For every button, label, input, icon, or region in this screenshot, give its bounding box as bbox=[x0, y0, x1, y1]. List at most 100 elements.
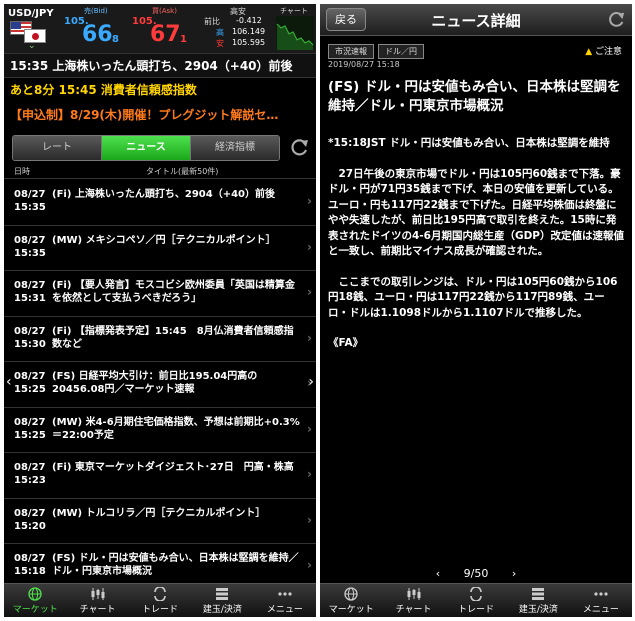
news-row[interactable]: 08/27 15:25 (MW) 米4-6月期住宅価格指数、予想は前期比+0.3%… bbox=[4, 408, 316, 453]
chevron-right-icon: › bbox=[307, 467, 312, 481]
promo-ticker[interactable]: 【申込制】8/29(木)開催！プレグジット解説セ… bbox=[4, 102, 316, 128]
nav-chart[interactable]: チャート bbox=[66, 584, 128, 617]
article-paragraph: ここまでの取引レンジは、ドル・円は105円60銭から106円18銭、ユーロ・円は… bbox=[328, 275, 618, 319]
change-label: 前比 bbox=[204, 17, 220, 26]
tab-rate[interactable]: レート bbox=[13, 136, 102, 160]
article-pager: ‹ 9/50 › bbox=[320, 567, 632, 580]
chevron-down-icon[interactable]: ⌄ bbox=[28, 41, 36, 51]
article-source: 《FA》 bbox=[328, 337, 364, 349]
event-ticker[interactable]: あと8分 15:45 消費者信頼感指数 bbox=[4, 78, 316, 102]
trade-arrows-icon bbox=[154, 587, 166, 601]
nav-market[interactable]: マーケット bbox=[4, 584, 66, 617]
prev-article-button[interactable]: ‹ bbox=[436, 567, 440, 580]
news-title: (Fi) 東京マーケットダイジェスト･27日 円高・株高 bbox=[52, 462, 294, 473]
bottom-nav: マーケット チャート トレード 建玉/決済 メニュー bbox=[4, 583, 316, 617]
article-position: 9/50 bbox=[463, 567, 489, 580]
more-dots-icon bbox=[278, 592, 292, 596]
price-ticker[interactable]: 15:35 上海株いったん頭打ち、2904（+40）前後 bbox=[4, 54, 316, 78]
trade-arrows-icon bbox=[470, 587, 482, 601]
tab-bar: レート ニュース 経済指標 bbox=[12, 135, 280, 161]
quote-header[interactable]: USD/JPY ⌄ 売(Bid) 買(Ask) 105. 66 8 105. 6… bbox=[4, 4, 316, 54]
chevron-right-icon: › bbox=[307, 239, 312, 254]
ask-rate-sub: 1 bbox=[180, 34, 187, 45]
globe-icon bbox=[344, 587, 358, 601]
news-title: (Fi) 【要人発言】モスコビシ欧州委員「英国は精算金を依然として支払うべきだろ… bbox=[52, 280, 295, 304]
news-title: (Fi) 【指標発表予定】15:45 8月仏消費者信頼感指数など bbox=[52, 325, 294, 350]
nav-menu[interactable]: メニュー bbox=[570, 584, 632, 617]
news-title: (MW) トルコリラ／円［テクニカルポイント］ bbox=[52, 507, 266, 519]
news-list-header: 日時 タイトル(最新50件) bbox=[4, 163, 316, 179]
published-time: 2019/08/27 15:18 bbox=[328, 60, 400, 69]
chevron-right-icon: › bbox=[307, 512, 312, 527]
refresh-icon[interactable] bbox=[288, 137, 310, 159]
chart-label: チャート bbox=[280, 7, 308, 15]
globe-icon bbox=[28, 587, 42, 601]
nav-trade[interactable]: トレード bbox=[129, 584, 191, 617]
article-headline: (FS) ドル・円は安値もみ合い、日本株は堅調を維持／ドル・円東京市場概況 bbox=[328, 79, 621, 114]
swipe-right-icon[interactable]: › bbox=[308, 374, 314, 390]
nav-menu[interactable]: メニュー bbox=[254, 584, 316, 617]
news-detail-screen: ニュース詳細 戻る 市況速報 ドル／円 ▲ ご注意 2019/08/27 15:… bbox=[320, 4, 632, 617]
article-body: *15:18JST ドル・円は安値もみ合い、日本株は堅調を維持 27日午後の東京… bbox=[328, 136, 624, 367]
nav-chart[interactable]: チャート bbox=[382, 584, 444, 617]
news-date: 08/27 15:25 bbox=[14, 416, 46, 441]
chevron-right-icon: › bbox=[307, 285, 312, 299]
low-value: 105.595 bbox=[232, 38, 266, 47]
tag-currency-pair: ドル／円 bbox=[378, 44, 424, 59]
news-date: 08/27 15:23 bbox=[14, 462, 46, 486]
news-title: (FS) 日経平均大引け：前日比195.04円高の20456.08円／マーケット… bbox=[52, 371, 258, 395]
news-row[interactable]: 08/27 15:35 (MW) メキシコペソ／円［テクニカルポイント］ › bbox=[4, 226, 316, 271]
news-row[interactable]: 08/27 15:30 (Fi) 【指標発表予定】15:45 8月仏消費者信頼感指… bbox=[4, 317, 316, 362]
high-label: 高 bbox=[216, 28, 224, 37]
news-title: (MW) 米4-6月期住宅価格指数、予想は前期比+0.3%＝22:00予定 bbox=[52, 416, 300, 441]
change-value: -0.412 bbox=[236, 16, 262, 25]
news-date: 08/27 15:35 bbox=[14, 234, 46, 259]
currency-pair[interactable]: USD/JPY bbox=[8, 8, 54, 19]
news-date: 08/27 15:31 bbox=[14, 280, 46, 304]
high-value: 106.149 bbox=[232, 27, 266, 36]
nav-market[interactable]: マーケット bbox=[320, 584, 382, 617]
ask-rate-big[interactable]: 67 bbox=[150, 22, 181, 47]
chevron-right-icon: › bbox=[307, 558, 312, 572]
notice-link[interactable]: ▲ ご注意 bbox=[585, 44, 622, 57]
tab-news[interactable]: ニュース bbox=[102, 136, 191, 160]
caution-icon: ▲ bbox=[585, 47, 593, 57]
chevron-right-icon: › bbox=[307, 421, 312, 436]
article-paragraph: *15:18JST ドル・円は安値もみ合い、日本株は堅調を維持 bbox=[328, 137, 610, 149]
chevron-right-icon: › bbox=[307, 330, 312, 345]
candlestick-icon bbox=[407, 588, 421, 600]
chevron-right-icon: › bbox=[307, 194, 312, 208]
mini-chart-icon[interactable] bbox=[276, 16, 314, 50]
flag-icons bbox=[10, 21, 50, 43]
swipe-left-icon[interactable]: ‹ bbox=[6, 374, 12, 390]
list-icon bbox=[532, 588, 545, 600]
low-label: 安 bbox=[216, 39, 224, 48]
news-row[interactable]: 08/27 15:20 (MW) トルコリラ／円［テクニカルポイント］ › bbox=[4, 499, 316, 544]
news-title: (Fi) 上海株いったん頭打ち、2904（+40）前後 bbox=[52, 189, 276, 200]
news-title: (MW) メキシコペソ／円［テクニカルポイント］ bbox=[52, 234, 276, 246]
ask-label: 買(Ask) bbox=[152, 7, 177, 15]
header-title: タイトル(最新50件) bbox=[146, 167, 219, 176]
news-list: 08/27 15:35 (Fi) 上海株いったん頭打ち、2904（+40）前後 ›… bbox=[4, 180, 316, 590]
nav-positions[interactable]: 建玉/決済 bbox=[191, 584, 253, 617]
article-paragraph: 27日午後の東京市場でドル・円は105円60銭まで下落。豪ドル・円が71円35銭… bbox=[328, 167, 624, 258]
page-title: ニュース詳細 bbox=[431, 12, 521, 30]
nav-positions[interactable]: 建玉/決済 bbox=[507, 584, 569, 617]
news-date: 08/27 15:35 bbox=[14, 189, 46, 213]
refresh-icon[interactable] bbox=[606, 10, 626, 30]
bottom-nav: マーケット チャート トレード 建玉/決済 メニュー bbox=[320, 583, 632, 617]
back-button[interactable]: 戻る bbox=[326, 8, 366, 31]
news-row[interactable]: 08/27 15:23 (Fi) 東京マーケットダイジェスト･27日 円高・株高 … bbox=[4, 453, 316, 499]
news-row[interactable]: 08/27 15:31 (Fi) 【要人発言】モスコビシ欧州委員「英国は精算金を依… bbox=[4, 271, 316, 317]
bid-rate-sub: 8 bbox=[112, 34, 119, 45]
news-title: (FS) ドル・円は安値もみ合い、日本株は堅調を維持／ドル・円東京市場概況 bbox=[52, 553, 299, 577]
tab-economic-indicators[interactable]: 経済指標 bbox=[191, 136, 279, 160]
news-row[interactable]: 08/27 15:35 (Fi) 上海株いったん頭打ち、2904（+40）前後 › bbox=[4, 180, 316, 226]
next-article-button[interactable]: › bbox=[512, 567, 516, 580]
news-row[interactable]: 08/27 15:25 (FS) 日経平均大引け：前日比195.04円高の2045… bbox=[4, 362, 316, 408]
nav-trade[interactable]: トレード bbox=[445, 584, 507, 617]
bid-rate-big[interactable]: 66 bbox=[82, 22, 113, 47]
news-date: 08/27 15:30 bbox=[14, 325, 46, 350]
bid-label: 売(Bid) bbox=[84, 7, 108, 15]
news-date: 08/27 15:25 bbox=[14, 371, 46, 395]
